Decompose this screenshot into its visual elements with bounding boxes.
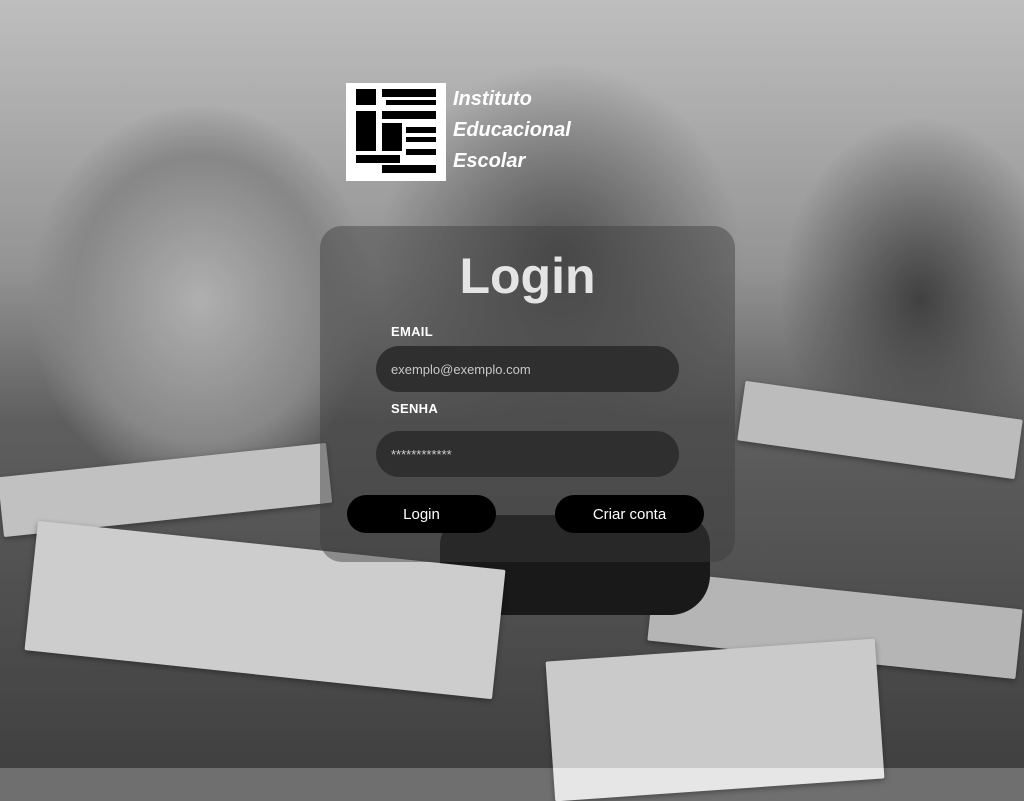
institution-name-line2: Educacional <box>453 119 571 141</box>
logo <box>346 83 446 181</box>
email-label: EMAIL <box>391 324 433 339</box>
password-label: SENHA <box>391 401 439 416</box>
login-button[interactable]: Login <box>347 495 496 533</box>
institution-name-line1: Instituto <box>453 88 532 110</box>
password-field[interactable] <box>376 431 679 477</box>
iee-logo-icon <box>356 89 436 173</box>
create-account-button[interactable]: Criar conta <box>555 495 704 533</box>
email-field[interactable] <box>376 346 679 392</box>
institution-name-line3: Escolar <box>453 150 526 172</box>
page-title: Login <box>459 248 596 304</box>
institution-name: Instituto Educacional Escolar <box>453 84 571 177</box>
